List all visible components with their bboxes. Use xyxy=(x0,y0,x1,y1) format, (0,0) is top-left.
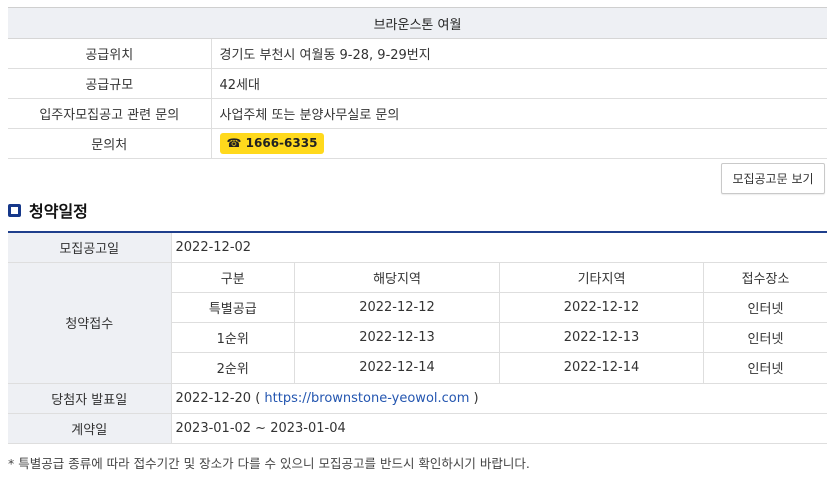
info-label: 입주자모집공고 관련 문의 xyxy=(8,98,212,129)
other-date: 2022-12-12 xyxy=(499,292,704,323)
winner-site-link[interactable]: https://brownstone-yeowol.com xyxy=(264,391,469,406)
complex-name-title: 브라운스톤 여월 xyxy=(8,7,827,39)
view-notice-button[interactable]: 모집공고문 보기 xyxy=(721,163,825,194)
other-date: 2022-12-14 xyxy=(499,352,704,383)
apply-type: 특별공급 xyxy=(171,292,295,323)
apply-place: 인터넷 xyxy=(703,322,827,353)
phone-icon: ☎ xyxy=(226,136,242,150)
column-header: 기타지역 xyxy=(499,262,704,293)
info-row-scale: 공급규모 42세대 xyxy=(8,68,827,99)
other-date: 2022-12-13 xyxy=(499,322,704,353)
announce-date: 2022-12-02 xyxy=(171,232,827,263)
info-value: 42세대 xyxy=(211,68,827,99)
apply-row: 청약접수 구분 해당지역 기타지역 접수장소 특별공급 2022-12-12 2… xyxy=(8,262,827,384)
local-date: 2022-12-12 xyxy=(294,292,500,323)
column-header: 해당지역 xyxy=(294,262,500,293)
apply-subtable: 구분 해당지역 기타지역 접수장소 특별공급 2022-12-12 2022-1… xyxy=(171,262,827,383)
apply-place: 인터넷 xyxy=(747,362,784,378)
column-header: 접수장소 xyxy=(703,262,827,293)
info-row-location: 공급위치 경기도 부천시 여월동 9-28, 9-29번지 xyxy=(8,38,827,69)
info-value: 사업주체 또는 분양사무실로 문의 xyxy=(211,98,827,129)
info-label: 문의처 xyxy=(8,128,212,159)
local-date: 2022-12-13 xyxy=(294,322,500,353)
info-label: 공급규모 xyxy=(8,68,212,99)
phone-badge[interactable]: ☎ 1666-6335 xyxy=(219,133,325,154)
square-bullet-icon xyxy=(8,203,21,217)
info-label: 공급위치 xyxy=(8,38,212,69)
announce-row: 모집공고일 2022-12-02 xyxy=(8,232,827,263)
phone-number: 1666-6335 xyxy=(245,136,318,150)
table-row: 특별공급 2022-12-12 2022-12-12 인터넷 xyxy=(171,292,827,323)
section-header: 청약일정 xyxy=(8,198,88,222)
local-date: 2022-12-14 xyxy=(294,352,500,383)
contract-date: 2023-01-02 ~ 2023-01-04 xyxy=(171,413,827,444)
winner-row: 당첨자 발표일 2022-12-20 ( https://brownstone-… xyxy=(8,383,827,414)
apply-type: 2순위 xyxy=(171,352,295,383)
column-header: 구분 xyxy=(171,262,295,293)
paren-close: ) xyxy=(469,390,479,406)
table-row: 1순위 2022-12-13 2022-12-13 인터넷 xyxy=(171,322,827,353)
paren-open: ( xyxy=(251,390,265,406)
info-row-inquiry: 입주자모집공고 관련 문의 사업주체 또는 분양사무실로 문의 xyxy=(8,98,827,129)
apply-place: 인터넷 xyxy=(703,292,827,323)
info-value: 경기도 부천시 여월동 9-28, 9-29번지 xyxy=(211,38,827,69)
schedule-label: 계약일 xyxy=(8,413,172,444)
footnote: * 특별공급 종류에 따라 접수기간 및 장소가 다를 수 있으니 모집공고를 … xyxy=(8,456,530,471)
info-row-contact: 문의처 ☎ 1666-6335 xyxy=(8,128,827,159)
apply-header-row: 구분 해당지역 기타지역 접수장소 xyxy=(171,262,827,293)
contract-row: 계약일 2023-01-02 ~ 2023-01-04 xyxy=(8,413,827,444)
schedule-label: 청약접수 xyxy=(8,262,172,384)
section-title: 청약일정 xyxy=(29,202,88,221)
table-row: 2순위 2022-12-14 2022-12-14 인터넷 xyxy=(171,352,827,383)
winner-date: 2022-12-20 xyxy=(175,390,252,406)
apply-type: 1순위 xyxy=(171,322,295,353)
schedule-table: 모집공고일 2022-12-02 청약접수 구분 해당지역 기타지역 접수장소 … xyxy=(8,231,827,444)
schedule-label: 모집공고일 xyxy=(8,232,172,263)
supply-info-table: 브라운스톤 여월 공급위치 경기도 부천시 여월동 9-28, 9-29번지 공… xyxy=(8,7,827,159)
schedule-label: 당첨자 발표일 xyxy=(8,383,172,414)
